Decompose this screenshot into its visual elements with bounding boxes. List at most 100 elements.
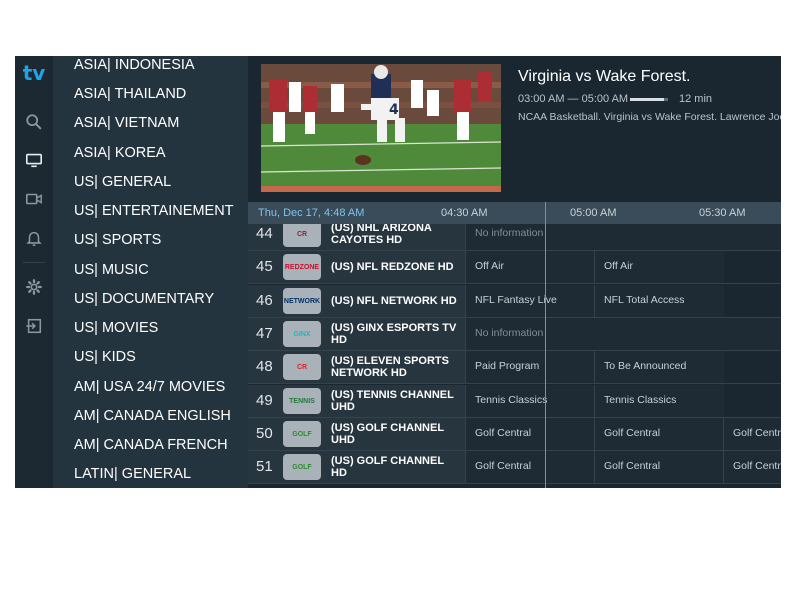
category-item[interactable]: US| DOCUMENTARY (74, 287, 214, 311)
guide-panel: 4 Virginia vs Wake Forest. 03:00 AM — 05… (248, 56, 781, 488)
program-cell[interactable]: NFL Fantasy Live (465, 285, 595, 317)
program-progress-fill (630, 98, 665, 101)
channel-row[interactable]: 51 GOLF (US) GOLF CHANNEL HD Golf Central Go… (248, 451, 781, 484)
row-divider (248, 483, 781, 484)
channel-name-text: (US) GOLF CHANNEL HD (331, 455, 444, 479)
program-cell[interactable]: Golf Central (594, 451, 724, 483)
channel-row[interactable]: 46 NETWORK (US) NFL NETWORK HD NFL Fantasy … (248, 285, 781, 318)
program-cell[interactable]: To Be Announced (594, 351, 724, 383)
program-cell[interactable]: Tennis Classics (465, 385, 595, 417)
channel-row[interactable]: 44 CR (US) NHL ARIZONA CAYOTES HD No inform… (248, 224, 781, 251)
channel-name-text: (US) NHL ARIZONA CAYOTES HD (331, 224, 432, 246)
channel-row[interactable]: 45 REDZONE (US) NFL REDZONE HD Off Air Off A… (248, 251, 781, 284)
program-cell[interactable]: Off Air (594, 251, 724, 283)
channel-name: (US) NFL REDZONE HD (331, 251, 461, 283)
category-item[interactable]: AM| CANADA FRENCH (74, 433, 228, 457)
channel-number: 49 (256, 392, 273, 409)
category-item[interactable]: ASIA| KOREA (74, 141, 166, 165)
program-remaining: 12 min (679, 93, 713, 105)
program-cell[interactable]: Golf Central (465, 418, 595, 450)
program-cell[interactable]: Golf Central (723, 451, 781, 483)
program-cell[interactable]: Off Air (465, 251, 595, 283)
channel-logo: GINX (283, 321, 321, 347)
channel-number: 44 (256, 225, 273, 242)
channel-name-text: (US) NFL REDZONE HD (331, 261, 454, 273)
search-icon[interactable] (24, 112, 44, 132)
channel-logo: NETWORK (283, 288, 321, 314)
program-cell[interactable]: Tennis Classics (594, 385, 724, 417)
channel-info[interactable]: 48 CR (US) ELEVEN SPORTS NETWORK HD (248, 351, 465, 383)
program-cell-title: Paid Program (475, 360, 540, 372)
program-cell[interactable]: NFL Total Access (594, 285, 724, 317)
category-item[interactable]: ASIA| THAILAND (74, 82, 186, 106)
channel-row[interactable]: 47 GINX (US) GINX ESPORTS TV HD No informat… (248, 318, 781, 351)
category-item[interactable]: US| GENERAL (74, 170, 171, 194)
program-cell-title: Golf Central (733, 427, 781, 439)
channel-info[interactable]: 50 GOLF (US) GOLF CHANNEL UHD (248, 418, 465, 450)
row-divider (248, 383, 781, 384)
channel-row[interactable]: 48 CR (US) ELEVEN SPORTS NETWORK HD Paid Pr… (248, 351, 781, 384)
category-item[interactable]: US| MUSIC (74, 258, 149, 282)
channel-info[interactable]: 44 CR (US) NHL ARIZONA CAYOTES HD (248, 224, 465, 250)
channel-info[interactable]: 45 REDZONE (US) NFL REDZONE HD (248, 251, 465, 283)
program-description: NCAA Basketball. Virginia vs Wake Forest… (518, 111, 781, 123)
program-cell-title: Tennis Classics (475, 394, 548, 406)
program-cell-title: Golf Central (475, 427, 532, 439)
channel-number: 47 (256, 325, 273, 342)
program-cell-title: Off Air (475, 260, 504, 272)
channel-info[interactable]: 47 GINX (US) GINX ESPORTS TV HD (248, 318, 465, 350)
tv-icon[interactable] (24, 150, 44, 170)
program-cell-title: Golf Central (604, 460, 661, 472)
channel-number: 45 (256, 258, 273, 275)
program-progress-bar (630, 98, 668, 101)
channel-number: 51 (256, 458, 273, 475)
program-cell[interactable]: Golf Central (465, 451, 595, 483)
program-cell-title: Golf Central (733, 460, 781, 472)
channel-info[interactable]: 51 GOLF (US) GOLF CHANNEL HD (248, 451, 465, 483)
current-time-indicator (545, 202, 546, 488)
channel-logo: GOLF (283, 421, 321, 447)
category-list: ASIA| INDONESIA ASIA| THAILAND ASIA| VIE… (53, 56, 248, 488)
channel-number: 48 (256, 358, 273, 375)
program-cell[interactable]: Golf Central (723, 418, 781, 450)
category-item[interactable]: ASIA| VIETNAM (74, 111, 179, 135)
video-camera-icon[interactable] (24, 189, 44, 209)
category-item[interactable]: AM| CANADA ENGLISH (74, 404, 231, 428)
channel-name-text: (US) NFL NETWORK HD (331, 295, 457, 307)
channel-number: 46 (256, 292, 273, 309)
channel-info[interactable]: 49 TENNIS (US) TENNIS CHANNEL UHD (248, 385, 465, 417)
category-item[interactable]: US| MOVIES (74, 316, 158, 340)
channel-row[interactable]: 50 GOLF (US) GOLF CHANNEL UHD Golf Central G… (248, 418, 781, 451)
program-cell[interactable]: No information (465, 224, 781, 250)
logout-icon[interactable] (24, 316, 44, 336)
program-cell-title: Golf Central (604, 427, 661, 439)
svg-text:4: 4 (389, 102, 399, 118)
program-time-range: 03:00 AM — 05:00 AM (518, 93, 629, 105)
video-preview[interactable]: 4 (261, 64, 501, 192)
category-item[interactable]: LATIN| GENERAL (74, 462, 191, 486)
channel-name-text: (US) GINX ESPORTS TV HD (331, 322, 457, 346)
program-cell-title: Tennis Classics (604, 394, 677, 406)
tv-screen: tv ASIA| INDONESIA ASIA| THAILAND ASIA| … (15, 56, 781, 488)
program-cell-title: No information (475, 327, 544, 339)
category-item[interactable]: AM| USA 24/7 MOVIES (74, 375, 225, 399)
program-cell[interactable]: Golf Central (594, 418, 724, 450)
program-cell[interactable]: Paid Program (465, 351, 595, 383)
channel-name-text: (US) GOLF CHANNEL UHD (331, 422, 444, 446)
program-cell-title: To Be Announced (604, 360, 687, 372)
channel-name: (US) NFL NETWORK HD (331, 285, 461, 317)
timeline-slot: 05:00 AM (570, 207, 617, 219)
gear-icon[interactable] (24, 277, 44, 297)
category-item[interactable]: US| SPORTS (74, 228, 161, 252)
bell-icon[interactable] (24, 228, 44, 248)
rail-divider (23, 262, 45, 263)
category-item[interactable]: US| KIDS (74, 345, 136, 369)
program-title: Virginia vs Wake Forest. (518, 68, 691, 85)
channel-logo: GOLF (283, 454, 321, 480)
category-item[interactable]: US| ENTERTAINEMENT (74, 199, 234, 223)
program-cell[interactable]: No information (465, 318, 781, 350)
channel-row[interactable]: 49 TENNIS (US) TENNIS CHANNEL UHD Tennis Cl… (248, 385, 781, 418)
channel-info[interactable]: 46 NETWORK (US) NFL NETWORK HD (248, 285, 465, 317)
row-divider (248, 283, 781, 284)
category-item[interactable]: ASIA| INDONESIA (74, 56, 195, 77)
